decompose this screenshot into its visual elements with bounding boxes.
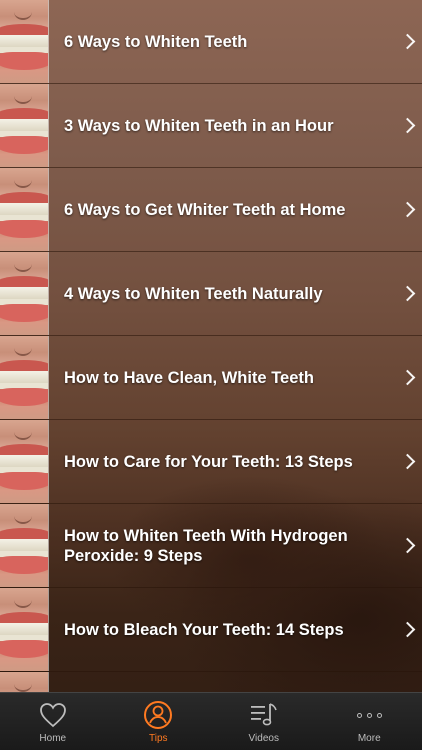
list-item-title: 4 Ways to Whiten Teeth Naturally [64,284,323,303]
teeth-thumbnail [0,336,48,419]
teeth-thumbnail [0,252,48,335]
list-item[interactable]: 6 Ways to Get Whiter Teeth at Home [0,168,422,252]
tab-label: Tips [148,733,168,744]
divider [48,504,49,587]
list-item-title: 6 Ways to Get Whiter Teeth at Home [64,200,346,219]
divider [48,420,49,503]
tab-more[interactable]: More [317,693,422,750]
list-item[interactable]: 4 Ways to Whiten Teeth Naturally [0,252,422,336]
divider [48,336,49,419]
tab-home[interactable]: Home [0,693,106,750]
tab-label: More [357,733,381,744]
heart-icon [39,699,67,731]
tab-tips[interactable]: Tips [106,693,212,750]
music-list-icon [249,699,279,731]
divider [48,0,49,83]
divider [48,588,49,671]
tab-bar: Home Tips Videos More [0,692,422,750]
teeth-thumbnail [0,420,48,503]
list-item-title: How to Care for Your Teeth: 13 Steps [64,452,353,471]
app-screen: 6 Ways to Whiten Teeth 3 Ways to Whiten … [0,0,422,750]
list-item[interactable]: How to Bleach Your Teeth: 14 Steps [0,588,422,672]
divider [48,252,49,335]
list-item-title: How to Whiten Teeth With Hydrogen Peroxi… [64,526,348,565]
list-item[interactable]: How to Care for Your Teeth: 13 Steps [0,420,422,504]
list-item-title: How to Have Clean, White Teeth [64,368,314,387]
divider [48,672,49,692]
divider [48,168,49,251]
list-item[interactable] [0,672,422,692]
list-item[interactable]: How to Whiten Teeth With Hydrogen Peroxi… [0,504,422,588]
list-item-title: How to Bleach Your Teeth: 14 Steps [64,620,344,639]
teeth-thumbnail [0,0,48,83]
list-item[interactable]: 6 Ways to Whiten Teeth [0,0,422,84]
teeth-thumbnail [0,672,48,692]
tips-list: 6 Ways to Whiten Teeth 3 Ways to Whiten … [0,0,422,692]
tab-label: Home [39,733,67,744]
tab-label: Videos [248,733,279,744]
teeth-thumbnail [0,504,48,587]
teeth-thumbnail [0,168,48,251]
tab-videos[interactable]: Videos [211,693,317,750]
list-item-title: 6 Ways to Whiten Teeth [64,32,248,51]
teeth-thumbnail [0,588,48,671]
more-dots-icon [356,699,382,731]
list-item[interactable]: 3 Ways to Whiten Teeth in an Hour [0,84,422,168]
list-item[interactable]: How to Have Clean, White Teeth [0,336,422,420]
list-item-title: 3 Ways to Whiten Teeth in an Hour [64,116,334,135]
divider [48,84,49,167]
teeth-thumbnail [0,84,48,167]
person-circle-icon [143,699,173,731]
